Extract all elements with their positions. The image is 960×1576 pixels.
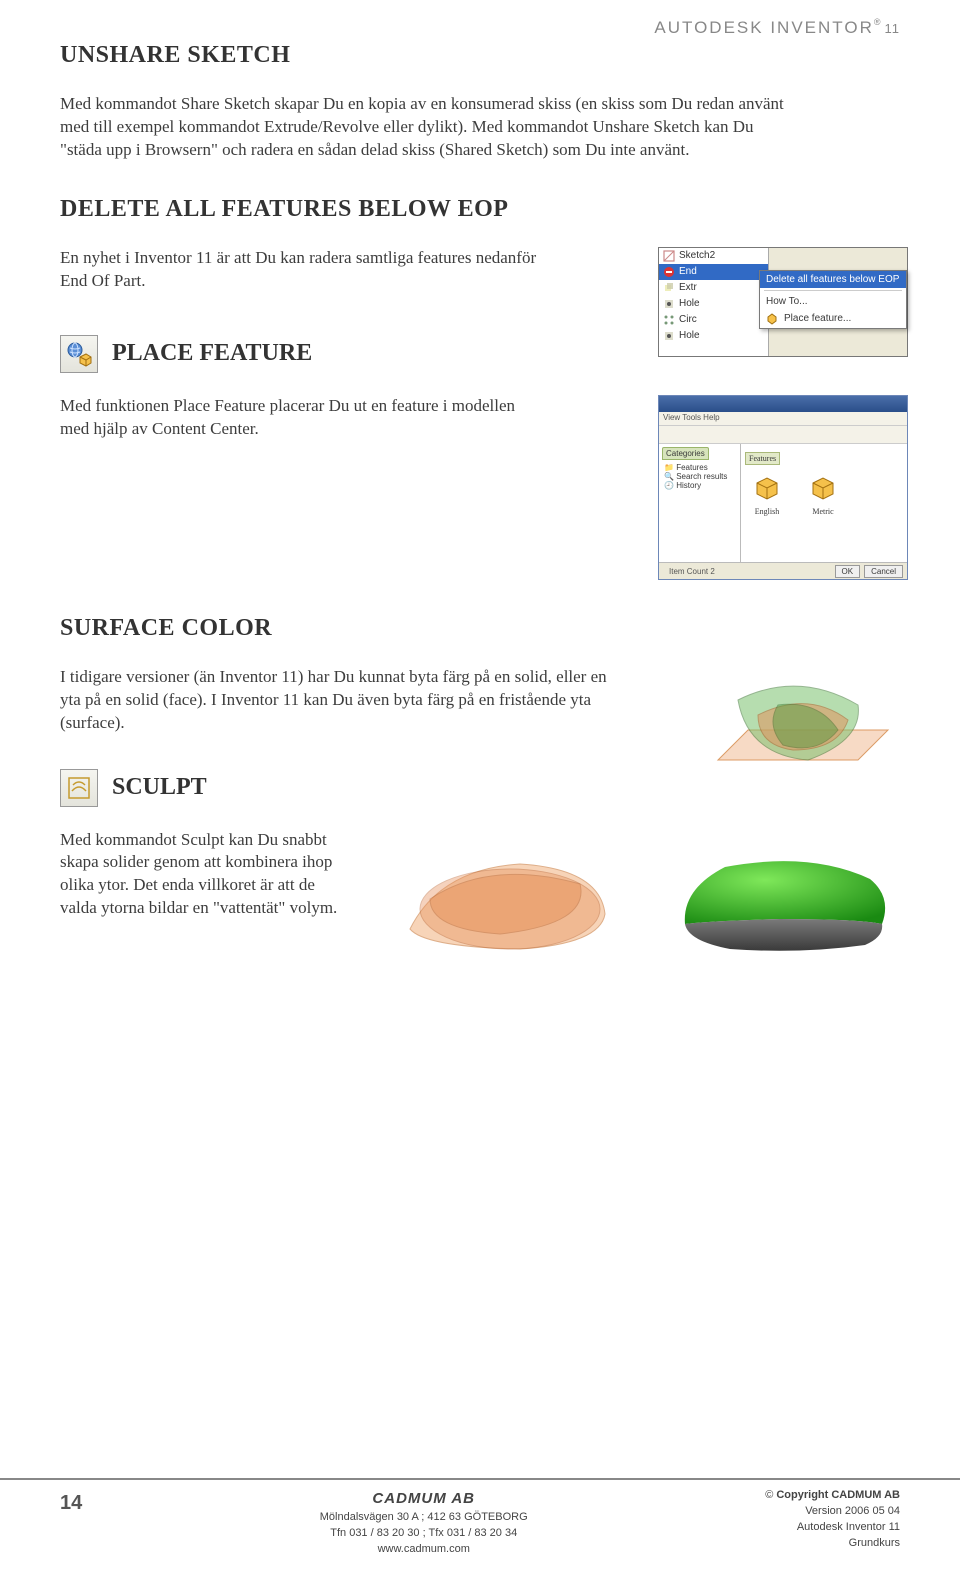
heading-place-feature: PLACE FEATURE [112,340,312,367]
tree-label: Circ [679,314,697,325]
tree-item-history[interactable]: 🕘 History [664,481,737,490]
tree-item-label: Features [676,463,708,472]
folder-english[interactable]: English [753,474,781,516]
menu-item-how-to[interactable]: How To... [760,293,906,310]
place-feature-toolbar-icon [60,335,98,373]
tree-item-label: Search results [676,472,727,481]
folder-label: Metric [809,507,837,516]
product-header: AUTODESK INVENTOR®11 [654,18,900,38]
page-footer: 14 CADMUM AB Mölndalsvägen 30 A ; 412 63… [0,1478,960,1576]
menu-label: How To... [766,296,808,307]
copyright-text: Copyright CADMUM AB [776,1489,900,1501]
stop-icon [663,266,675,278]
dialog-footer: Item Count 2 OK Cancel [659,562,907,580]
section-place-feature: PLACE FEATURE Med funktionen Place Featu… [60,335,900,585]
section-surface-color: SURFACE COLOR I tidigare versioner (än I… [60,615,900,735]
categories-tab[interactable]: Categories [662,447,709,460]
tree-item-search[interactable]: 🔍 Search results [664,472,737,481]
folder-metric[interactable]: Metric [809,474,837,516]
dialog-toolbar [659,426,907,444]
tree-label: Extr [679,282,697,293]
dialog-tree-panel: Categories 📁 Features 🔍 Search results 🕘… [659,444,741,562]
dialog-titlebar [659,396,907,412]
globe-cube-icon [66,341,92,367]
context-menu: Delete all features below EOP How To... … [759,270,907,329]
tree-row-selected: End [659,264,768,280]
footer-brand: CADMUM AB [320,1488,528,1510]
menu-label: Place feature... [784,313,851,324]
body-unshare-sketch: Med kommandot Share Sketch skapar Du en … [60,93,790,162]
section-delete-eop: DELETE ALL FEATURES BELOW EOP En nyhet i… [60,196,900,293]
body-sculpt: Med kommandot Sculpt kan Du snabbt skapa… [60,829,350,921]
brand-name: AUTODESK INVENTOR [654,18,873,37]
copyright-symbol: © [765,1489,773,1501]
tree-item-label: History [676,481,701,490]
pattern-icon [663,314,675,326]
section-sculpt: SCULPT Med kommandot Sculpt kan Du snabb… [60,769,900,959]
footer-center: CADMUM AB Mölndalsvägen 30 A ; 412 63 GÖ… [320,1488,528,1558]
heading-unshare-sketch: UNSHARE SKETCH [60,42,900,69]
ok-button[interactable]: OK [835,565,861,578]
dialog-menubar: View Tools Help [659,412,907,426]
dialog-content-panel: Features English Metric [741,444,907,562]
body-surface-color: I tidigare versioner (än Inventor 11) ha… [60,666,620,735]
folder-label: English [753,507,781,516]
footer-course: Grundkurs [765,1536,900,1552]
heading-sculpt: SCULPT [112,774,207,801]
item-count-label: Item Count 2 [669,567,715,576]
tree-row: Hole [659,296,768,312]
tree-label: Sketch2 [679,250,715,261]
heading-surface-color: SURFACE COLOR [60,615,900,642]
footer-phone: Tfn 031 / 83 20 30 ; Tfx 031 / 83 20 34 [320,1526,528,1542]
footer-right: © Copyright CADMUM AB Version 2006 05 04… [765,1488,900,1552]
brand-version: 11 [885,21,901,36]
tree-label: End [679,266,697,277]
menu-item-delete-below-eop[interactable]: Delete all features below EOP [760,271,906,288]
tree-row: Extr [659,280,768,296]
menu-separator [764,290,902,291]
sculpt-result-illustration [660,829,900,959]
content-center-dialog: View Tools Help Categories 📁 Features 🔍 … [658,395,908,580]
body-place-feature: Med funktionen Place Feature placerar Du… [60,395,540,441]
sketch-icon [663,250,675,262]
menu-item-place-feature[interactable]: Place feature... [760,310,906,328]
cube-icon [753,474,781,502]
heading-delete-eop: DELETE ALL FEATURES BELOW EOP [60,196,900,223]
sculpt-input-illustration [390,829,620,959]
footer-address: Mölndalsvägen 30 A ; 412 63 GÖTEBORG [320,1510,528,1526]
footer-product: Autodesk Inventor 11 [765,1520,900,1536]
sculpt-icon [66,775,92,801]
section-unshare-sketch: UNSHARE SKETCH Med kommandot Share Sketc… [60,42,900,162]
cube-icon [809,474,837,502]
sculpt-toolbar-icon [60,769,98,807]
page-number: 14 [60,1488,82,1515]
cancel-button[interactable]: Cancel [864,565,903,578]
extrude-icon [663,282,675,294]
footer-version: Version 2006 05 04 [765,1504,900,1520]
hole-icon [663,298,675,310]
tree-label: Hole [679,298,700,309]
features-tab[interactable]: Features [745,452,780,465]
body-delete-eop: En nyhet i Inventor 11 är att Du kan rad… [60,247,540,293]
tree-item-features[interactable]: 📁 Features [664,463,737,472]
place-feature-icon [766,313,778,325]
tree-row: Sketch2 [659,248,768,264]
tree-row: Circ [659,312,768,328]
footer-url: www.cadmum.com [320,1542,528,1558]
menu-label: Delete all features below EOP [766,274,899,285]
registered-mark: ® [874,17,883,27]
